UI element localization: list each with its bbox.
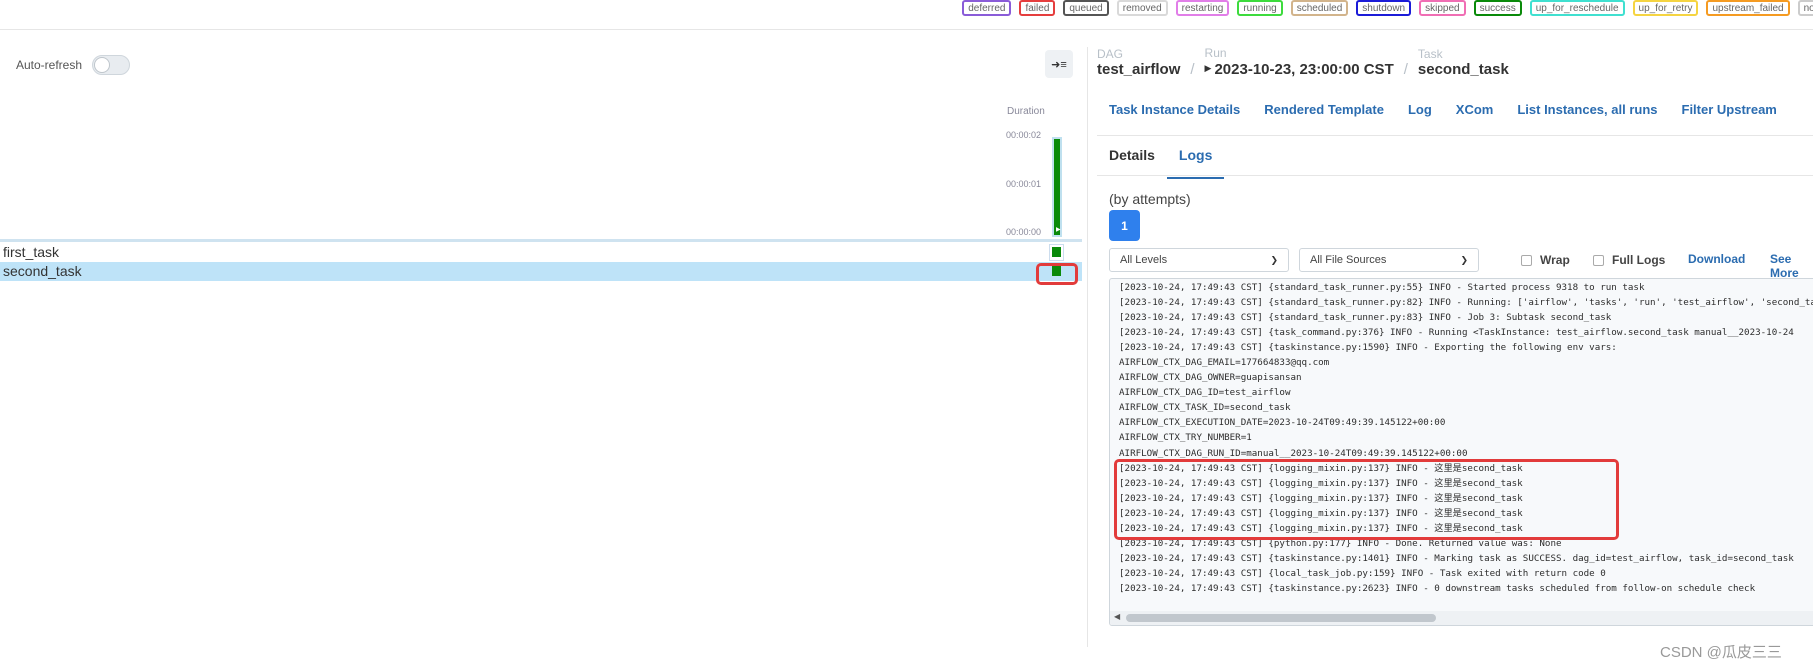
detail-tabs: Details Logs: [1097, 140, 1225, 179]
crumb-dag-value: test_airflow: [1097, 61, 1181, 78]
chevron-down-icon: ❯: [1270, 254, 1278, 265]
crumb-separator: /: [1403, 61, 1408, 78]
nav-list-instances[interactable]: List Instances, all runs: [1517, 102, 1657, 117]
task-name: second_task: [3, 263, 82, 279]
crumb-task[interactable]: Task second_task: [1418, 48, 1509, 79]
log-line: AIRFLOW_CTX_DAG_ID=test_airflow: [1119, 387, 1291, 399]
legend-chip-success[interactable]: success: [1473, 0, 1522, 16]
wrap-label: Wrap: [1540, 253, 1570, 267]
file-source-select[interactable]: All File Sources ❯: [1299, 248, 1479, 272]
auto-refresh-control: Auto-refresh: [16, 55, 131, 75]
manual-run-icon: ▶: [1204, 63, 1212, 73]
log-line: [2023-10-24, 17:49:43 CST] {task_command…: [1119, 327, 1794, 339]
breadcrumb: DAG test_airflow / Run ▶ 2023-10-23, 23:0…: [1097, 47, 1509, 79]
nav-log[interactable]: Log: [1408, 102, 1432, 117]
tab-details[interactable]: Details: [1097, 140, 1167, 179]
log-level-value: All Levels: [1120, 254, 1168, 266]
state-legend: deferred failed queued removed restarting run…: [962, 0, 1813, 16]
download-button[interactable]: Download: [1688, 252, 1745, 266]
divider: [1097, 175, 1813, 176]
chevron-down-icon: ❯: [1460, 254, 1468, 265]
auto-refresh-label: Auto-refresh: [16, 58, 83, 72]
scrollbar-thumb[interactable]: [1126, 614, 1436, 622]
nav-xcom[interactable]: XCom: [1456, 102, 1494, 117]
panel-divider: [1087, 47, 1088, 647]
crumb-dag[interactable]: DAG test_airflow: [1097, 48, 1180, 79]
divider: [0, 29, 1813, 30]
duration-tick-max: 00:00:02: [1006, 130, 1042, 140]
log-line: [2023-10-24, 17:49:43 CST] {taskinstance…: [1119, 552, 1794, 564]
log-line: [2023-10-24, 17:49:43 CST] {standard_tas…: [1119, 282, 1645, 293]
crumb-task-value: second_task: [1417, 61, 1509, 78]
play-icon: ▶: [1056, 227, 1061, 233]
crumb-task-key: Task: [1417, 47, 1443, 61]
see-more-button[interactable]: See More: [1770, 252, 1813, 280]
crumb-run[interactable]: Run ▶ 2023-10-23, 23:00:00 CST: [1205, 47, 1394, 79]
legend-chip-deferred[interactable]: deferred: [962, 0, 1012, 16]
log-line: [2023-10-24, 17:49:43 CST] {taskinstance…: [1119, 342, 1617, 354]
log-line: [2023-10-24, 17:49:43 CST] {standard_tas…: [1119, 297, 1813, 309]
legend-chip-up-for-retry[interactable]: up_for_retry: [1632, 0, 1699, 16]
highlight-annotation-task: [1036, 263, 1078, 285]
legend-chip-scheduled[interactable]: scheduled: [1290, 0, 1349, 16]
legend-chip-skipped[interactable]: skipped: [1419, 0, 1466, 16]
collapse-icon: ➜≡: [1051, 58, 1067, 71]
task-name: first_task: [3, 244, 60, 260]
nav-filter-upstream[interactable]: Filter Upstream: [1682, 102, 1777, 117]
scroll-left-icon[interactable]: ◀: [1114, 612, 1120, 621]
airflow-grid-view: deferred failed queued removed restarting run…: [0, 0, 1813, 669]
file-source-value: All File Sources: [1310, 254, 1387, 266]
full-logs-checkbox[interactable]: Full Logs: [1593, 253, 1665, 267]
legend-chip-failed[interactable]: failed: [1019, 0, 1056, 16]
crumb-separator: /: [1190, 61, 1195, 78]
checkbox-box: [1593, 254, 1604, 266]
log-line: [2023-10-24, 17:49:43 CST] {taskinstance…: [1119, 582, 1756, 594]
log-line: AIRFLOW_CTX_EXECUTION_DATE=2023-10-24T09…: [1119, 417, 1446, 429]
legend-chip-up-for-reschedule[interactable]: up_for_reschedule: [1529, 0, 1625, 16]
task-row-first-task[interactable]: first_task: [0, 243, 1082, 262]
wrap-checkbox[interactable]: Wrap: [1521, 253, 1570, 267]
task-instance-first-task[interactable]: [1052, 247, 1061, 257]
tab-logs[interactable]: Logs: [1166, 140, 1225, 179]
toggle-knob: [94, 57, 111, 73]
log-line: AIRFLOW_CTX_TASK_ID=second_task: [1119, 402, 1291, 414]
divider: [1097, 135, 1813, 136]
log-line: AIRFLOW_CTX_DAG_EMAIL=177664833@qq.com: [1119, 357, 1330, 369]
auto-refresh-toggle[interactable]: [92, 55, 131, 75]
duration-tick-min: 00:00:00: [1006, 227, 1042, 237]
log-level-select[interactable]: All Levels ❯: [1109, 248, 1289, 272]
grid-header-divider: [0, 239, 1082, 242]
horizontal-scrollbar[interactable]: ◀: [1110, 611, 1813, 625]
nav-task-instance-details[interactable]: Task Instance Details: [1109, 102, 1240, 117]
attempts-label: (by attempts): [1109, 191, 1191, 207]
crumb-run-key: Run: [1204, 46, 1227, 60]
highlight-annotation-log: [1114, 459, 1619, 540]
task-instance-nav: Task Instance Details Rendered Template …: [1109, 102, 1777, 117]
checkbox-box: [1521, 254, 1532, 266]
legend-chip-removed[interactable]: removed: [1116, 0, 1168, 16]
collapse-panel-button[interactable]: ➜≡: [1045, 50, 1073, 78]
legend-chip-shutdown[interactable]: shutdown: [1356, 0, 1412, 16]
attempt-1-button[interactable]: 1: [1109, 210, 1140, 241]
legend-chip-upstream-failed[interactable]: upstream_failed: [1706, 0, 1790, 16]
task-row-second-task[interactable]: second_task: [0, 262, 1082, 281]
log-lines: [2023-10-24, 17:49:43 CST] {standard_tas…: [1110, 279, 1813, 596]
log-line: [2023-10-24, 17:49:43 CST] {standard_tas…: [1119, 312, 1612, 324]
legend-chip-running[interactable]: running: [1237, 0, 1283, 16]
log-line: AIRFLOW_CTX_TRY_NUMBER=1: [1119, 432, 1252, 444]
nav-rendered-template[interactable]: Rendered Template: [1264, 102, 1384, 117]
log-line: [2023-10-24, 17:49:43 CST] {local_task_j…: [1119, 567, 1606, 579]
crumb-run-value: 2023-10-23, 23:00:00 CST: [1214, 61, 1394, 78]
legend-chip-no-status[interactable]: no_status: [1797, 0, 1813, 16]
legend-chip-queued[interactable]: queued: [1063, 0, 1109, 16]
legend-chip-restarting[interactable]: restarting: [1175, 0, 1230, 16]
log-line: AIRFLOW_CTX_DAG_OWNER=guapisansan: [1119, 372, 1302, 384]
duration-title: Duration: [1007, 106, 1045, 117]
crumb-dag-key: DAG: [1097, 47, 1124, 61]
log-viewer[interactable]: [2023-10-24, 17:49:43 CST] {standard_tas…: [1109, 278, 1813, 626]
watermark: CSDN @瓜皮三三: [1660, 644, 1782, 661]
full-logs-label: Full Logs: [1612, 253, 1666, 267]
duration-tick-mid: 00:00:01: [1006, 179, 1042, 189]
run-duration-bar[interactable]: ▶: [1052, 137, 1062, 237]
